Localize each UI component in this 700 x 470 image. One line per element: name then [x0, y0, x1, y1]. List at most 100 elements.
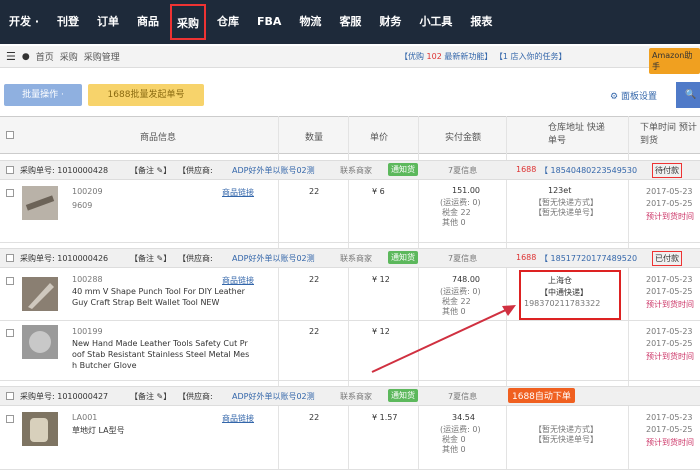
product-thumbnail[interactable]	[22, 412, 58, 446]
nav-listing[interactable]: 刊登	[48, 0, 88, 44]
col-price: 单价	[370, 133, 389, 143]
supplier-link[interactable]: ADP好外单以账号02测	[232, 391, 315, 402]
contact-link[interactable]: 联系商家	[340, 253, 372, 264]
express-number[interactable]: 【暂无快递单号】	[534, 434, 598, 445]
sku: 100288	[72, 275, 103, 284]
total: 748.00	[452, 275, 480, 284]
order-checkbox[interactable]	[6, 254, 14, 262]
other-fee: 其他 0	[442, 445, 466, 454]
bulk-1688-button[interactable]: 1688批量发起单号	[88, 84, 204, 106]
status-badge: 已付款	[652, 251, 682, 266]
select-all-checkbox[interactable]	[6, 131, 14, 139]
source-1688: 1688	[516, 165, 537, 174]
notice-bar[interactable]: 【优购 102 最新新功能】 【1 店入你的任务】	[400, 51, 567, 62]
row-checkbox[interactable]	[6, 189, 14, 197]
nav-tools[interactable]: 小工具	[410, 0, 461, 44]
order-date: 2017-05-23	[646, 413, 693, 422]
order-checkbox[interactable]	[6, 166, 14, 174]
unit-price: ¥ 12	[372, 275, 390, 284]
sku: LA001	[72, 413, 98, 422]
nav-fba[interactable]: FBA	[248, 0, 290, 44]
supplier-link[interactable]: ADP好外单以账号02测	[232, 253, 315, 264]
col-product: 商品信息	[140, 133, 177, 143]
notice-suffix: 最新新功能】 【1 店入你的任务】	[444, 52, 567, 61]
product-link[interactable]: 商品链接	[222, 413, 254, 424]
eta-label[interactable]: 预计到货时间	[646, 299, 694, 310]
supplier-link[interactable]: ADP好外单以账号02测	[232, 165, 315, 176]
nav-logistics[interactable]: 物流	[290, 0, 330, 44]
qty: 22	[309, 275, 320, 284]
eta-label[interactable]: 预计到货时间	[646, 211, 694, 222]
supplier-label: 【供应商:	[178, 392, 213, 401]
crumb-purchase-mgmt[interactable]: 采购管理	[84, 50, 120, 63]
eta-label[interactable]: 预计到货时间	[646, 351, 694, 362]
row-checkbox[interactable]	[6, 415, 14, 423]
toolbar: 批量操作 · 1688批量发起单号 ⚙ 面板设置 🔍	[0, 80, 700, 110]
sku: 100199	[72, 327, 103, 336]
auto-order-1688-button[interactable]: 1688自动下单	[508, 388, 575, 403]
product-name: 9609	[72, 201, 93, 210]
order-header: 采购单号: 1010000428 【备注 ✎】 【供应商: ADP好外单以账号0…	[0, 160, 700, 180]
notify-badge[interactable]: 通知货	[388, 389, 418, 402]
sku: 100209	[72, 187, 103, 196]
tracking-link[interactable]: 【 18540480223549530	[540, 165, 637, 176]
eta-date: 2017-05-25	[646, 425, 693, 434]
annotation-arrow	[371, 305, 516, 373]
remark-edit[interactable]: 【备注 ✎】	[130, 391, 171, 402]
nav-warehouse[interactable]: 仓库	[208, 0, 248, 44]
notify-badge[interactable]: 通知货	[388, 251, 418, 264]
col-warehouse: 仓库地址 快递单号	[548, 123, 605, 146]
status-badge: 待付款	[652, 163, 682, 178]
unit-price: ¥ 1.57	[372, 413, 398, 422]
source-1688: 1688	[516, 253, 537, 262]
contact-link[interactable]: 联系商家	[340, 391, 372, 402]
nav-orders[interactable]: 订单	[88, 0, 128, 44]
product-name: 草地灯 LA型号	[72, 426, 125, 435]
eta-date: 2017-05-25	[646, 339, 693, 348]
amazon-helper-button[interactable]: Amazon助手	[649, 48, 700, 74]
order-date: 2017-05-23	[646, 327, 693, 336]
express-number[interactable]: 【暂无快递单号】	[534, 207, 598, 218]
panel-settings-link[interactable]: ⚙ 面板设置	[610, 89, 657, 102]
product-thumbnail[interactable]	[22, 186, 58, 220]
row-checkbox[interactable]	[6, 329, 14, 337]
batch-action-button[interactable]: 批量操作 ·	[4, 84, 82, 106]
table-row: 100199 New Hand Made Leather Tools Safet…	[0, 321, 700, 381]
product-link[interactable]: 商品链接	[222, 275, 254, 286]
crumb-home[interactable]: 首页	[36, 50, 54, 63]
nav-products[interactable]: 商品	[128, 0, 168, 44]
contact-link[interactable]: 联系商家	[340, 165, 372, 176]
notice-count: 102	[426, 52, 442, 61]
qty: 22	[309, 187, 320, 196]
col-date: 下单时间 预计到货	[640, 123, 697, 146]
nav-purchase[interactable]: 采购	[170, 4, 207, 40]
product-link[interactable]: 商品链接	[222, 187, 254, 198]
settings-label: 面板设置	[620, 92, 657, 102]
crumb-purchase[interactable]: 采购	[60, 50, 78, 63]
total: 151.00	[452, 186, 480, 195]
warehouse: 123et	[548, 186, 572, 195]
eta-date: 2017-05-25	[646, 287, 693, 296]
product-thumbnail[interactable]	[22, 325, 58, 359]
remark-edit[interactable]: 【备注 ✎】	[130, 165, 171, 176]
row-checkbox[interactable]	[6, 277, 14, 285]
remark-edit[interactable]: 【备注 ✎】	[130, 253, 171, 264]
nav-dev[interactable]: 开发 ·	[0, 0, 48, 44]
order-header: 采购单号: 1010000426 【备注 ✎】 【供应商: ADP好外单以账号0…	[0, 248, 700, 268]
table-row: LA001 草地灯 LA型号 商品链接 22 ¥ 1.57 34.54 (运运费…	[0, 407, 700, 470]
order-checkbox[interactable]	[6, 392, 14, 400]
nav-reports[interactable]: 报表	[461, 0, 501, 44]
eta-label[interactable]: 预计到货时间	[646, 437, 694, 448]
breadcrumb: ☰ ● 首页 采购 采购管理	[0, 46, 700, 68]
qty: 22	[309, 413, 320, 422]
gear-icon: ⚙	[610, 92, 619, 102]
menu-icon[interactable]: ☰	[6, 50, 16, 63]
product-name-2: Guy Craft Strap Belt Wallet Tool NEW	[72, 298, 220, 307]
nav-finance[interactable]: 财务	[370, 0, 410, 44]
nav-service[interactable]: 客服	[330, 0, 370, 44]
other-fee: 其他 0	[442, 218, 466, 227]
tracking-link[interactable]: 【 18517720177489520	[540, 253, 637, 264]
product-thumbnail[interactable]	[22, 277, 58, 311]
notify-badge[interactable]: 通知货	[388, 163, 418, 176]
search-button[interactable]: 🔍	[676, 82, 700, 108]
